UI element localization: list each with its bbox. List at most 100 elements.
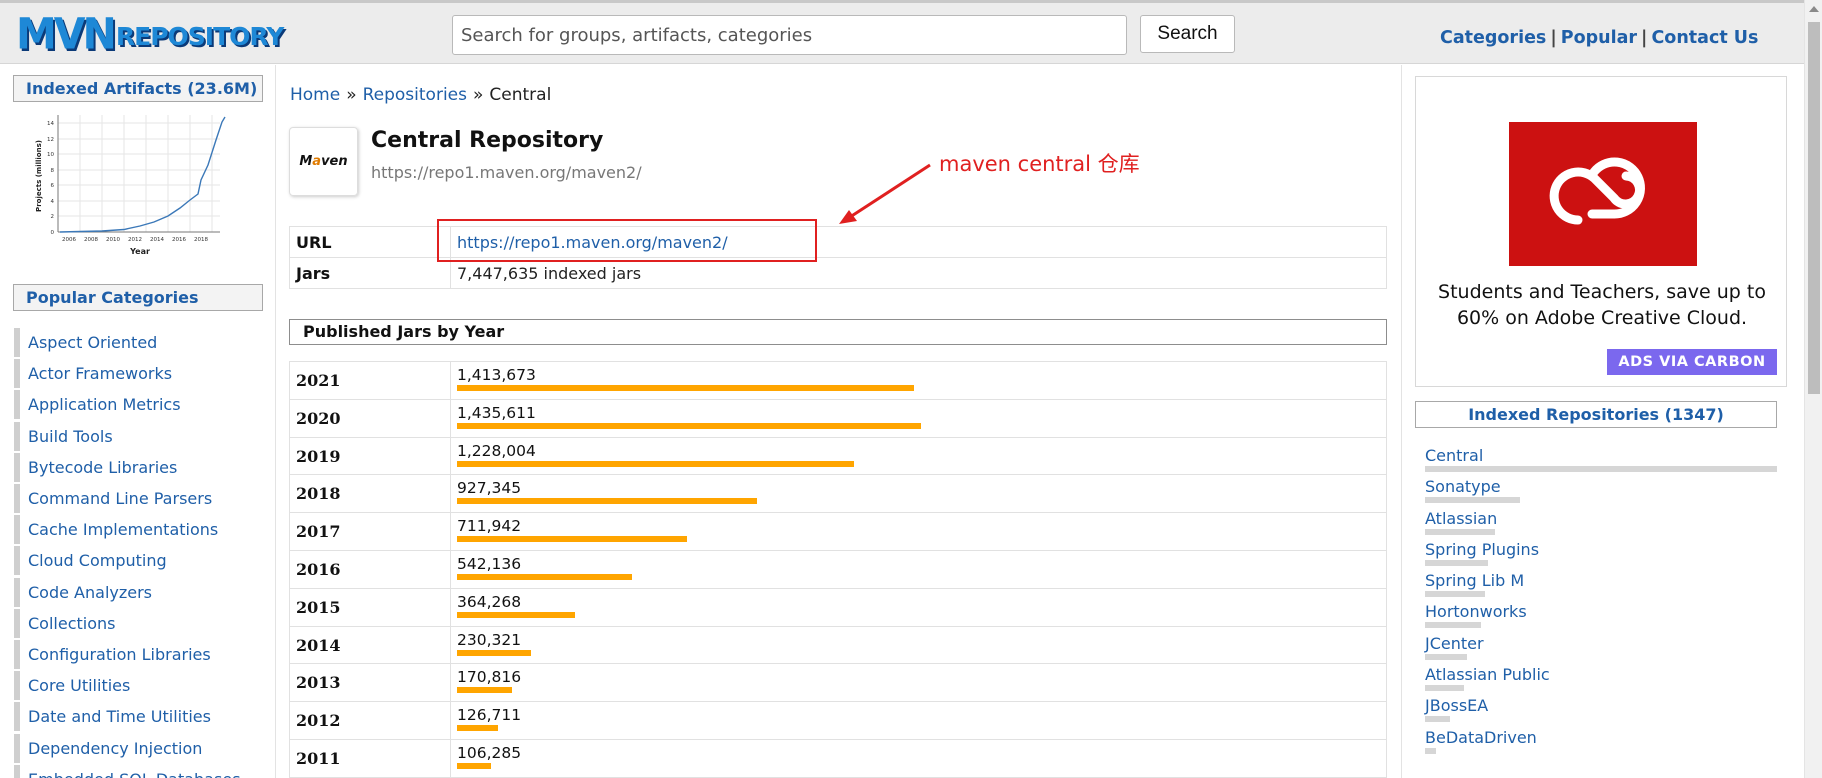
breadcrumb-current: Central (489, 85, 552, 105)
category-link[interactable]: Cache Implementations (28, 520, 218, 539)
category-link[interactable]: Configuration Libraries (28, 645, 211, 664)
year-label: 2014 (289, 625, 451, 665)
search-input[interactable] (452, 15, 1127, 55)
bar-value-label: 1,413,673 (457, 366, 536, 384)
ads-via-carbon-badge[interactable]: ADS VIA CARBON (1607, 349, 1777, 375)
list-item: Atlassian Public (1425, 665, 1777, 696)
category-link[interactable]: Actor Frameworks (28, 364, 172, 383)
year-bar (457, 687, 512, 694)
published-jars-rows: 2021 1,413,673 2020 1,435,611 2019 1,228,004 2… (289, 361, 1387, 778)
carbon-ad[interactable]: Students and Teachers, save up to 60% on… (1415, 76, 1787, 387)
list-item: Cache Implementations (14, 514, 241, 545)
xtick-label: 2008 (84, 237, 98, 243)
scrollbar[interactable] (1804, 0, 1822, 778)
search-button[interactable]: Search (1140, 15, 1235, 53)
bar-value-label: 1,228,004 (457, 441, 536, 460)
category-link[interactable]: Collections (28, 614, 115, 633)
repository-link[interactable]: Atlassian (1425, 509, 1777, 529)
repository-share-bar (1425, 559, 1488, 566)
year-value-cell: 126,711 (450, 701, 1387, 740)
year-value-cell: 1,228,004 (450, 436, 1387, 476)
category-link[interactable]: Build Tools (28, 427, 113, 446)
nav-categories[interactable]: Categories (1440, 28, 1546, 48)
category-link[interactable]: Embedded SQL Databases (28, 770, 241, 778)
jars-label: Jars (289, 257, 451, 289)
indexed-artifacts-heading[interactable]: Indexed Artifacts (23.6M) (13, 75, 263, 102)
repository-share-bar (1425, 497, 1520, 504)
category-link[interactable]: Aspect Oriented (28, 333, 157, 352)
repository-link[interactable]: BeDataDriven (1425, 728, 1777, 748)
indexed-repositories-heading[interactable]: Indexed Repositories (1347) (1415, 401, 1777, 428)
list-item: Central (1425, 446, 1777, 477)
ytick-label: 10 (47, 152, 54, 158)
list-item-marker (14, 764, 20, 778)
repository-link[interactable]: Hortonworks (1425, 602, 1777, 622)
scroll-up-arrow-icon[interactable] (1809, 6, 1819, 12)
nav-popular[interactable]: Popular (1561, 28, 1637, 48)
repository-link[interactable]: JCenter (1425, 634, 1777, 654)
repository-link[interactable]: JBossEA (1425, 696, 1777, 716)
list-item-marker (14, 608, 20, 638)
list-item: JCenter (1425, 634, 1777, 665)
list-item-marker (14, 671, 20, 701)
ytick-label: 14 (47, 121, 54, 127)
xtick-label: 2006 (62, 237, 76, 243)
growth-chart-gridlines (57, 115, 220, 232)
year-bar (457, 498, 757, 505)
list-item: Code Analyzers (14, 577, 241, 608)
repository-link[interactable]: Central (1425, 446, 1777, 466)
list-item: Sonatype (1425, 477, 1777, 508)
nav-separator: | (1641, 28, 1648, 48)
year-bar (457, 573, 632, 580)
popular-categories-heading[interactable]: Popular Categories (13, 284, 263, 311)
table-row: 2017 711,942 (289, 512, 1387, 551)
repository-link[interactable]: Spring Lib M (1425, 571, 1777, 591)
nav-separator: | (1550, 28, 1557, 48)
repository-link[interactable]: Atlassian Public (1425, 665, 1777, 685)
category-link[interactable]: Application Metrics (28, 395, 181, 414)
ytick-label: 8 (51, 168, 55, 174)
category-link[interactable]: Bytecode Libraries (28, 458, 177, 477)
category-link[interactable]: Date and Time Utilities (28, 707, 211, 726)
repository-link[interactable]: Sonatype (1425, 477, 1777, 497)
list-item: Dependency Injection (14, 732, 241, 763)
maven-logo-text-m: M (299, 154, 313, 169)
mvnrepository-logo[interactable]: MVN REPOSITORY (16, 8, 285, 60)
year-bar (457, 762, 491, 769)
growth-chart-yticks: 0 2 4 6 8 10 12 14 (47, 121, 55, 236)
scrollbar-thumb[interactable] (1808, 22, 1820, 394)
xtick-label: 2010 (106, 237, 120, 243)
category-link[interactable]: Command Line Parsers (28, 489, 212, 508)
breadcrumb-repositories[interactable]: Repositories (363, 85, 467, 105)
list-item-marker (14, 639, 20, 669)
list-item-marker (14, 359, 20, 389)
table-row: Jars 7,447,635 indexed jars (289, 257, 1387, 289)
repo-url-link[interactable]: https://repo1.maven.org/maven2/ (457, 233, 728, 252)
list-item: Cloud Computing (14, 545, 241, 576)
growth-chart-xlabel: Year (129, 247, 150, 256)
logo-mvn-text: MVN (16, 8, 117, 60)
year-value-cell: 711,942 (450, 512, 1387, 551)
year-value-cell: 1,413,673 (450, 361, 1387, 400)
creative-cloud-logo-icon[interactable] (1509, 122, 1697, 266)
ad-text[interactable]: Students and Teachers, save up to 60% on… (1424, 279, 1780, 331)
xtick-label: 2018 (194, 237, 208, 243)
year-label: 2011 (289, 738, 451, 778)
list-item-marker (14, 390, 20, 420)
category-link[interactable]: Code Analyzers (28, 583, 152, 602)
repository-link[interactable]: Spring Plugins (1425, 540, 1777, 560)
year-label: 2017 (289, 512, 451, 551)
category-link[interactable]: Core Utilities (28, 676, 130, 695)
year-label: 2021 (289, 361, 451, 400)
list-item-marker (14, 328, 20, 358)
nav-contact-us[interactable]: Contact Us (1651, 28, 1758, 48)
ytick-label: 12 (47, 137, 54, 143)
logo-repository-text: REPOSITORY (115, 22, 285, 51)
list-item: BeDataDriven (1425, 728, 1777, 759)
table-row: 2021 1,413,673 (289, 361, 1387, 400)
category-link[interactable]: Dependency Injection (28, 739, 202, 758)
bar-value-label: 711,942 (457, 517, 522, 536)
category-link[interactable]: Cloud Computing (28, 551, 167, 570)
list-item: Actor Frameworks (14, 358, 241, 389)
breadcrumb-home[interactable]: Home (290, 85, 340, 105)
